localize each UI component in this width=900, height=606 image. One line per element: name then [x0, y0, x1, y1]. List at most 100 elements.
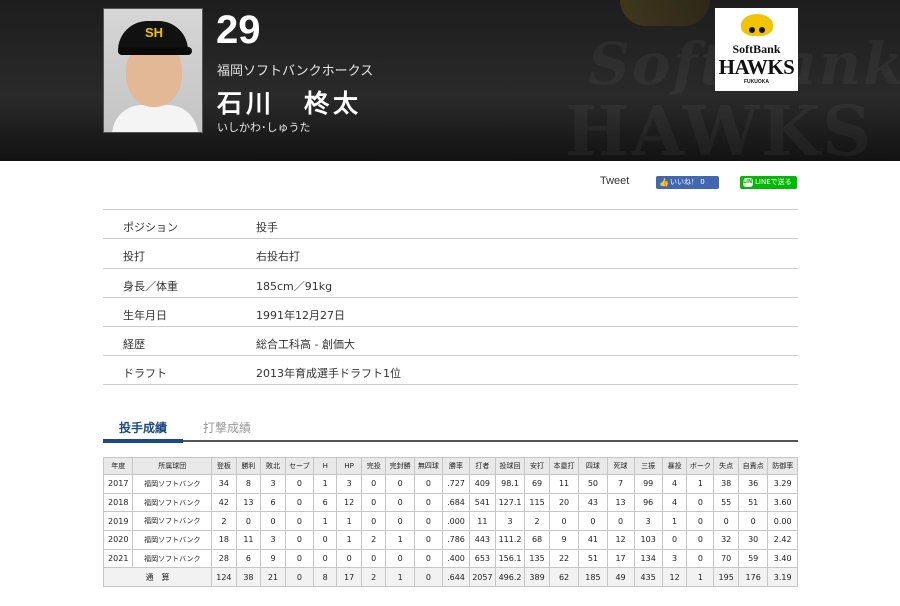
team-cell: 福岡ソフトバンク [132, 548, 213, 569]
stat-cell: 8 [235, 474, 262, 494]
stat-cell: 38 [713, 474, 739, 494]
column-header: セーブ [284, 457, 315, 475]
stat-cell: 0 [260, 511, 286, 532]
column-header: HP [336, 457, 362, 475]
column-header: 安打 [524, 457, 550, 475]
profile-row: 生年月日 1991年12月27日 [103, 296, 798, 326]
stat-cell: 9 [548, 530, 580, 550]
team-logo: SoftBank HAWKS FUKUOKA [715, 8, 798, 91]
column-header: 敗北 [260, 457, 286, 475]
stat-cell: 1 [336, 511, 362, 532]
stat-cell: 22 [548, 548, 580, 569]
stat-cell: 409 [469, 474, 496, 494]
stat-cell: 96 [633, 492, 663, 513]
tweet-button[interactable]: Tweet [600, 175, 629, 187]
stat-cell: 18 [211, 530, 237, 550]
line-share-button[interactable]: LINE LINEで送る [740, 176, 797, 189]
team-cell: 福岡ソフトバンク [132, 474, 213, 494]
stat-cell: 59 [737, 548, 769, 569]
stat-cell: 185 [578, 567, 608, 588]
stat-cell: 6 [235, 548, 262, 569]
season-cell: 2017 [102, 474, 134, 494]
stat-cell: 156.1 [494, 548, 526, 569]
stat-cell: 0 [360, 511, 387, 532]
stat-cell: 12 [661, 567, 688, 588]
stat-cell: 0 [313, 548, 338, 569]
stat-cell: 28 [211, 548, 237, 569]
stat-cell: 1 [313, 511, 338, 532]
stat-cell: 6 [260, 492, 286, 513]
player-header: SoftBank HAWKS SH 29 福岡ソフトバンクホークス 石川 柊太 … [0, 0, 900, 161]
column-header: 三振 [633, 457, 663, 475]
stat-cell: .000 [441, 511, 471, 532]
stat-cell: 0 [313, 530, 338, 550]
logo-text-hawks: HAWKS [718, 55, 795, 79]
stat-cell: 51 [578, 548, 608, 569]
stat-cell: 0 [413, 511, 443, 532]
stat-cell: 127.1 [494, 492, 526, 513]
stat-cell: 21 [260, 567, 286, 588]
facebook-like-button[interactable]: 👍 いいね！ 0 [656, 176, 719, 189]
mascot-watermark [620, 0, 710, 26]
tab-pitching-stats[interactable]: 投手成績 [102, 419, 184, 443]
stat-cell: 11 [235, 530, 262, 550]
table-header-row: 年度 所属球団 登板 勝利 敗北 セーブ H HP 完投 完封勝 無四球 勝率 打者 投球回 安打 本塁打 四球… [102, 457, 798, 475]
stat-cell: 1 [336, 530, 362, 550]
stat-cell: 3.60 [767, 492, 798, 513]
stat-cell: 32 [713, 530, 739, 550]
stat-cell: 42 [211, 492, 237, 513]
stat-cell: 2.42 [767, 530, 798, 550]
team-cell: 福岡ソフトバンク [132, 492, 213, 513]
stat-cell: 30 [737, 530, 769, 550]
table-row: 2021 福岡ソフトバンク 28 6 9 0 0 0 0 0 0.400 653 156.1 135 22 5… [102, 548, 798, 569]
stat-cell: 9 [260, 548, 286, 569]
stat-cell: 0 [686, 548, 715, 569]
stat-cell: 0 [284, 511, 315, 532]
stat-cell: 0 [578, 511, 608, 532]
stat-cell: 0.00 [767, 511, 798, 532]
stat-cell: 69 [524, 474, 550, 494]
column-header: 完投 [360, 457, 387, 475]
stat-cell: 0 [606, 511, 635, 532]
season-cell: 2020 [102, 530, 134, 550]
stat-cell: 0 [284, 548, 315, 569]
total-row: 通 算 124 38 21 0 8 17 2 1 0.644 2057 496.2 389 62 185 49… [102, 567, 798, 588]
column-header: 本塁打 [548, 457, 580, 475]
stat-cell: 0 [284, 474, 315, 494]
pitching-stats-table: 年度 所属球団 登板 勝利 敗北 セーブ H HP 完投 完封勝 無四球 勝率 打者 投球回 安打 本塁打 四球… [102, 457, 798, 588]
hawks-watermark: HAWKS [565, 92, 873, 161]
tab-batting-stats[interactable]: 打撃成績 [203, 419, 251, 436]
stat-cell: 7 [606, 474, 635, 494]
profile-value: 投手 [256, 221, 278, 234]
stat-cell: 0 [686, 530, 715, 550]
stat-cell: 0 [284, 492, 315, 513]
stat-cell: 51 [737, 492, 769, 513]
facebook-like-label: いいね！ 0 [670, 178, 705, 186]
column-header: 無四球 [413, 457, 443, 475]
stat-cell: 3.29 [767, 474, 798, 494]
column-header: 自責点 [737, 457, 769, 475]
column-header: 死球 [606, 457, 635, 475]
stat-cell: 2 [211, 511, 237, 532]
stat-cell: 55 [713, 492, 739, 513]
line-share-label: LINEで送る [755, 178, 792, 186]
stat-cell: 11 [469, 511, 496, 532]
stat-cell: 99 [633, 474, 663, 494]
stat-cell: 11 [548, 474, 580, 494]
stat-cell: 124 [211, 567, 237, 588]
stat-cell: .786 [441, 530, 471, 550]
stat-cell: 4 [661, 492, 688, 513]
stat-cell: 0 [413, 548, 443, 569]
stat-cell: 3.40 [767, 548, 798, 569]
player-name-kana: いしかわ･しゅうた [217, 121, 311, 134]
stat-cell: 0 [360, 474, 387, 494]
stat-cell: 3 [494, 511, 526, 532]
stat-cell: 0 [413, 567, 443, 588]
profile-row: 経歴 総合工科高 - 創価大 [103, 326, 798, 355]
team-cell: 福岡ソフトバンク [132, 511, 213, 532]
column-header: 四球 [578, 457, 608, 475]
column-header: 投球回 [494, 457, 526, 475]
player-photo: SH [103, 8, 203, 133]
stat-cell: 13 [235, 492, 262, 513]
column-header: 年度 [102, 457, 134, 475]
